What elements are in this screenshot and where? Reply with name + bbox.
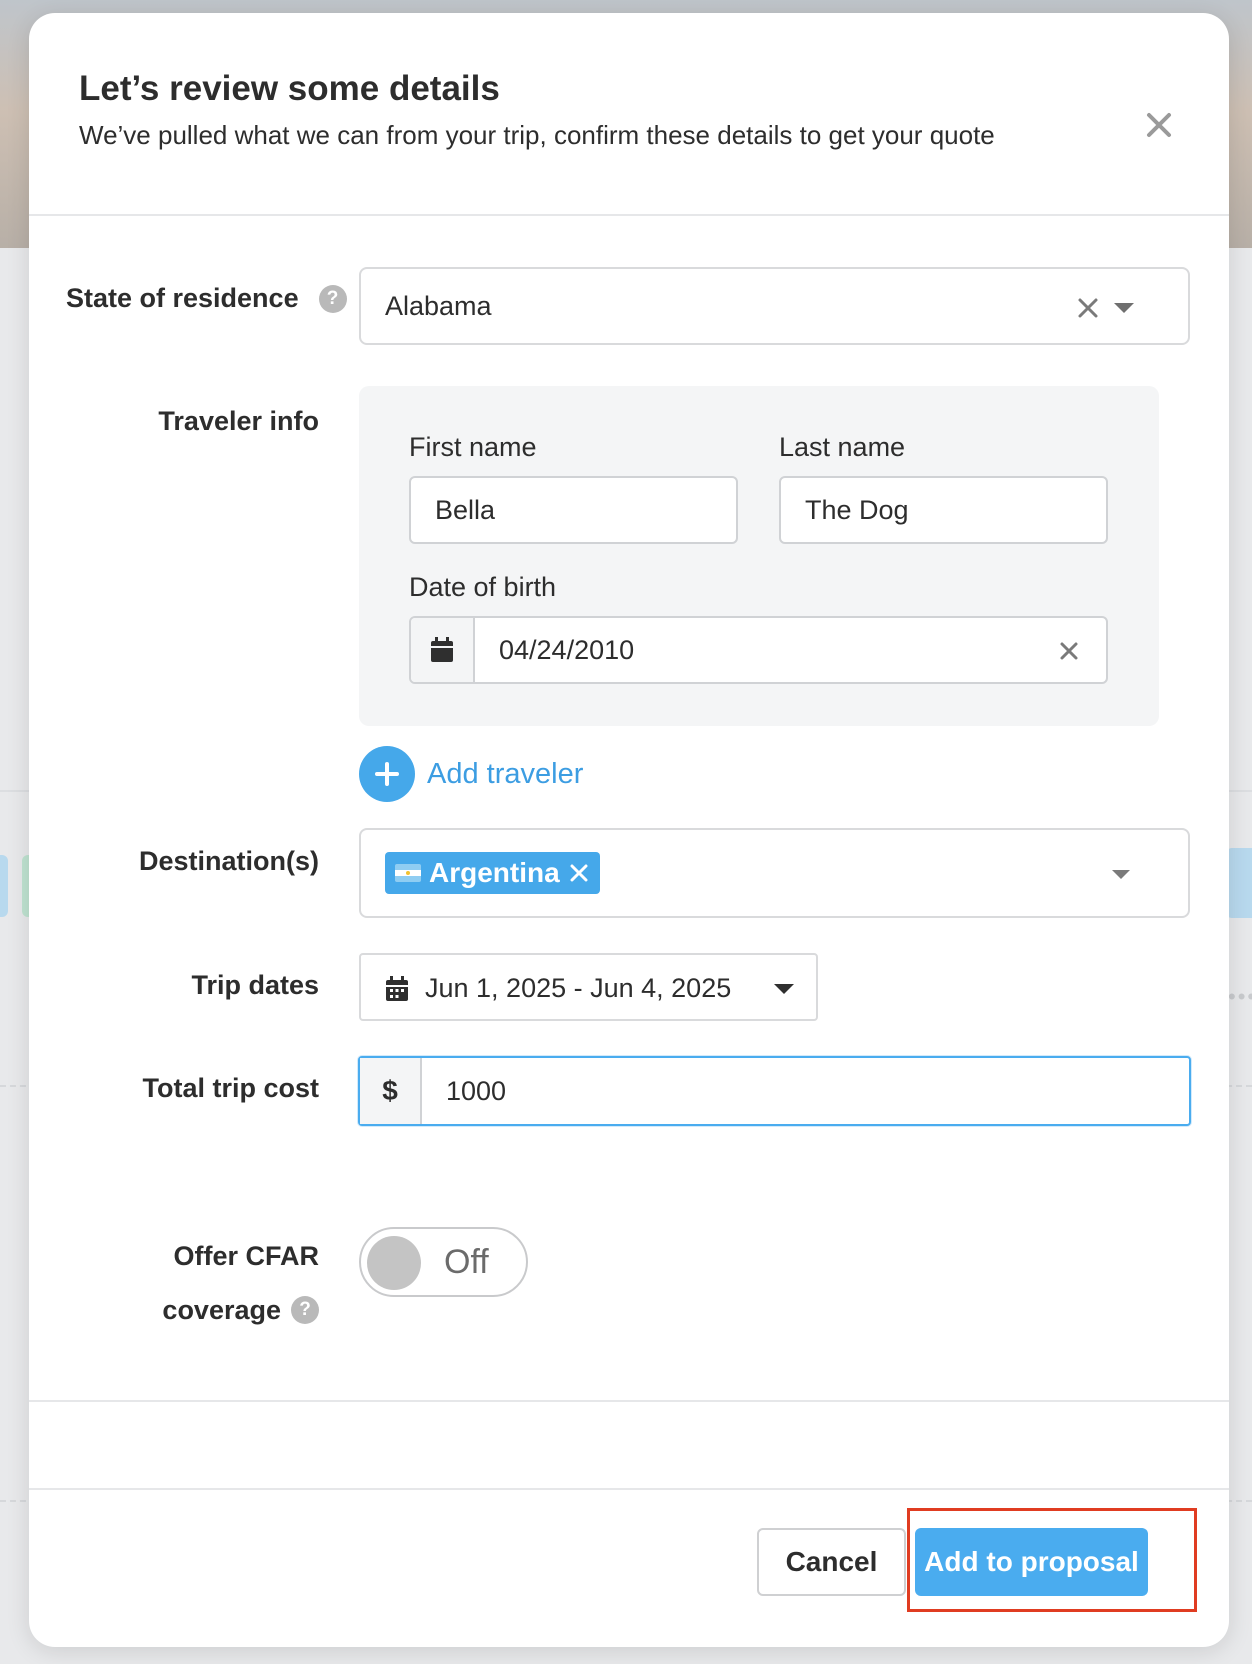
- close-icon: [1147, 113, 1171, 137]
- help-icon[interactable]: ?: [291, 1296, 319, 1324]
- last-name-input[interactable]: The Dog: [779, 476, 1108, 544]
- footer-divider: [29, 1488, 1229, 1490]
- add-traveler-label: Add traveler: [427, 757, 584, 790]
- remove-tag-icon[interactable]: [570, 864, 588, 882]
- modal-subtitle: We’ve pulled what we can from your trip,…: [79, 120, 995, 150]
- chevron-down-icon: [1112, 870, 1130, 879]
- date-of-birth-label: Date of birth: [409, 572, 557, 602]
- offer-cfar-label: Offer CFAR coverage ?: [89, 1229, 319, 1337]
- background-chip: [1226, 848, 1252, 918]
- destination-select[interactable]: Argentina: [359, 828, 1190, 918]
- add-traveler-button[interactable]: Add traveler: [359, 746, 583, 802]
- background-more-icon: •••: [1228, 984, 1252, 1009]
- total-trip-cost-label: Total trip cost: [142, 1073, 319, 1103]
- trip-cost-input[interactable]: $ 1000: [358, 1056, 1191, 1126]
- trip-dates-label: Trip dates: [191, 970, 319, 1000]
- first-name-value: Bella: [435, 494, 496, 525]
- state-select[interactable]: Alabama: [359, 267, 1190, 345]
- traveler-card: First name Last name Bella The Dog Date …: [359, 386, 1159, 726]
- first-name-label: First name: [409, 432, 537, 462]
- close-button[interactable]: [1139, 105, 1179, 145]
- calendar-icon: [386, 976, 408, 1001]
- last-name-value: The Dog: [805, 494, 909, 525]
- destination-label: Destination(s): [138, 846, 319, 876]
- trip-dates-picker[interactable]: Jun 1, 2025 - Jun 4, 2025: [359, 953, 818, 1021]
- toggle-state-label: Off: [444, 1243, 489, 1281]
- add-to-proposal-button[interactable]: Add to proposal: [915, 1528, 1148, 1596]
- trip-cost-value: 1000: [446, 1076, 507, 1106]
- plus-icon: [359, 746, 415, 802]
- modal-title: Let’s review some details: [79, 69, 500, 108]
- modal-header: Let’s review some details We’ve pulled w…: [29, 13, 1229, 216]
- toggle-knob: [367, 1236, 421, 1290]
- review-details-modal: Let’s review some details We’ve pulled w…: [29, 13, 1229, 1647]
- state-select-value: Alabama: [385, 291, 492, 321]
- destination-tag: Argentina: [385, 852, 600, 894]
- trip-dates-value: Jun 1, 2025 - Jun 4, 2025: [425, 973, 732, 1003]
- state-of-residence-label-text: State of residence: [66, 283, 299, 313]
- currency-addon: $: [360, 1058, 422, 1124]
- traveler-info-label: Traveler info: [158, 406, 319, 436]
- chevron-down-icon: [1114, 303, 1134, 313]
- calendar-addon[interactable]: [411, 618, 475, 682]
- help-icon[interactable]: ?: [318, 284, 347, 313]
- background-chip: [0, 855, 8, 917]
- first-name-input[interactable]: Bella: [409, 476, 738, 544]
- cancel-button[interactable]: Cancel: [757, 1528, 906, 1596]
- clear-icon[interactable]: [1077, 297, 1099, 319]
- state-of-residence-label: State of residence ?: [66, 283, 347, 314]
- offer-cfar-label-line2: coverage: [162, 1295, 281, 1325]
- date-of-birth-value: 04/24/2010: [499, 634, 635, 665]
- currency-symbol: $: [382, 1075, 398, 1106]
- chevron-down-icon: [774, 984, 794, 994]
- cfar-toggle[interactable]: Off: [359, 1227, 528, 1297]
- destination-tag-label: Argentina: [429, 857, 560, 888]
- clear-icon[interactable]: [1059, 641, 1079, 661]
- footer-divider: [29, 1400, 1229, 1402]
- date-of-birth-input[interactable]: 04/24/2010: [409, 616, 1108, 684]
- last-name-label: Last name: [779, 432, 906, 462]
- offer-cfar-label-line1: Offer CFAR: [173, 1241, 319, 1271]
- calendar-icon: [431, 637, 453, 662]
- argentina-flag-icon: [395, 864, 421, 882]
